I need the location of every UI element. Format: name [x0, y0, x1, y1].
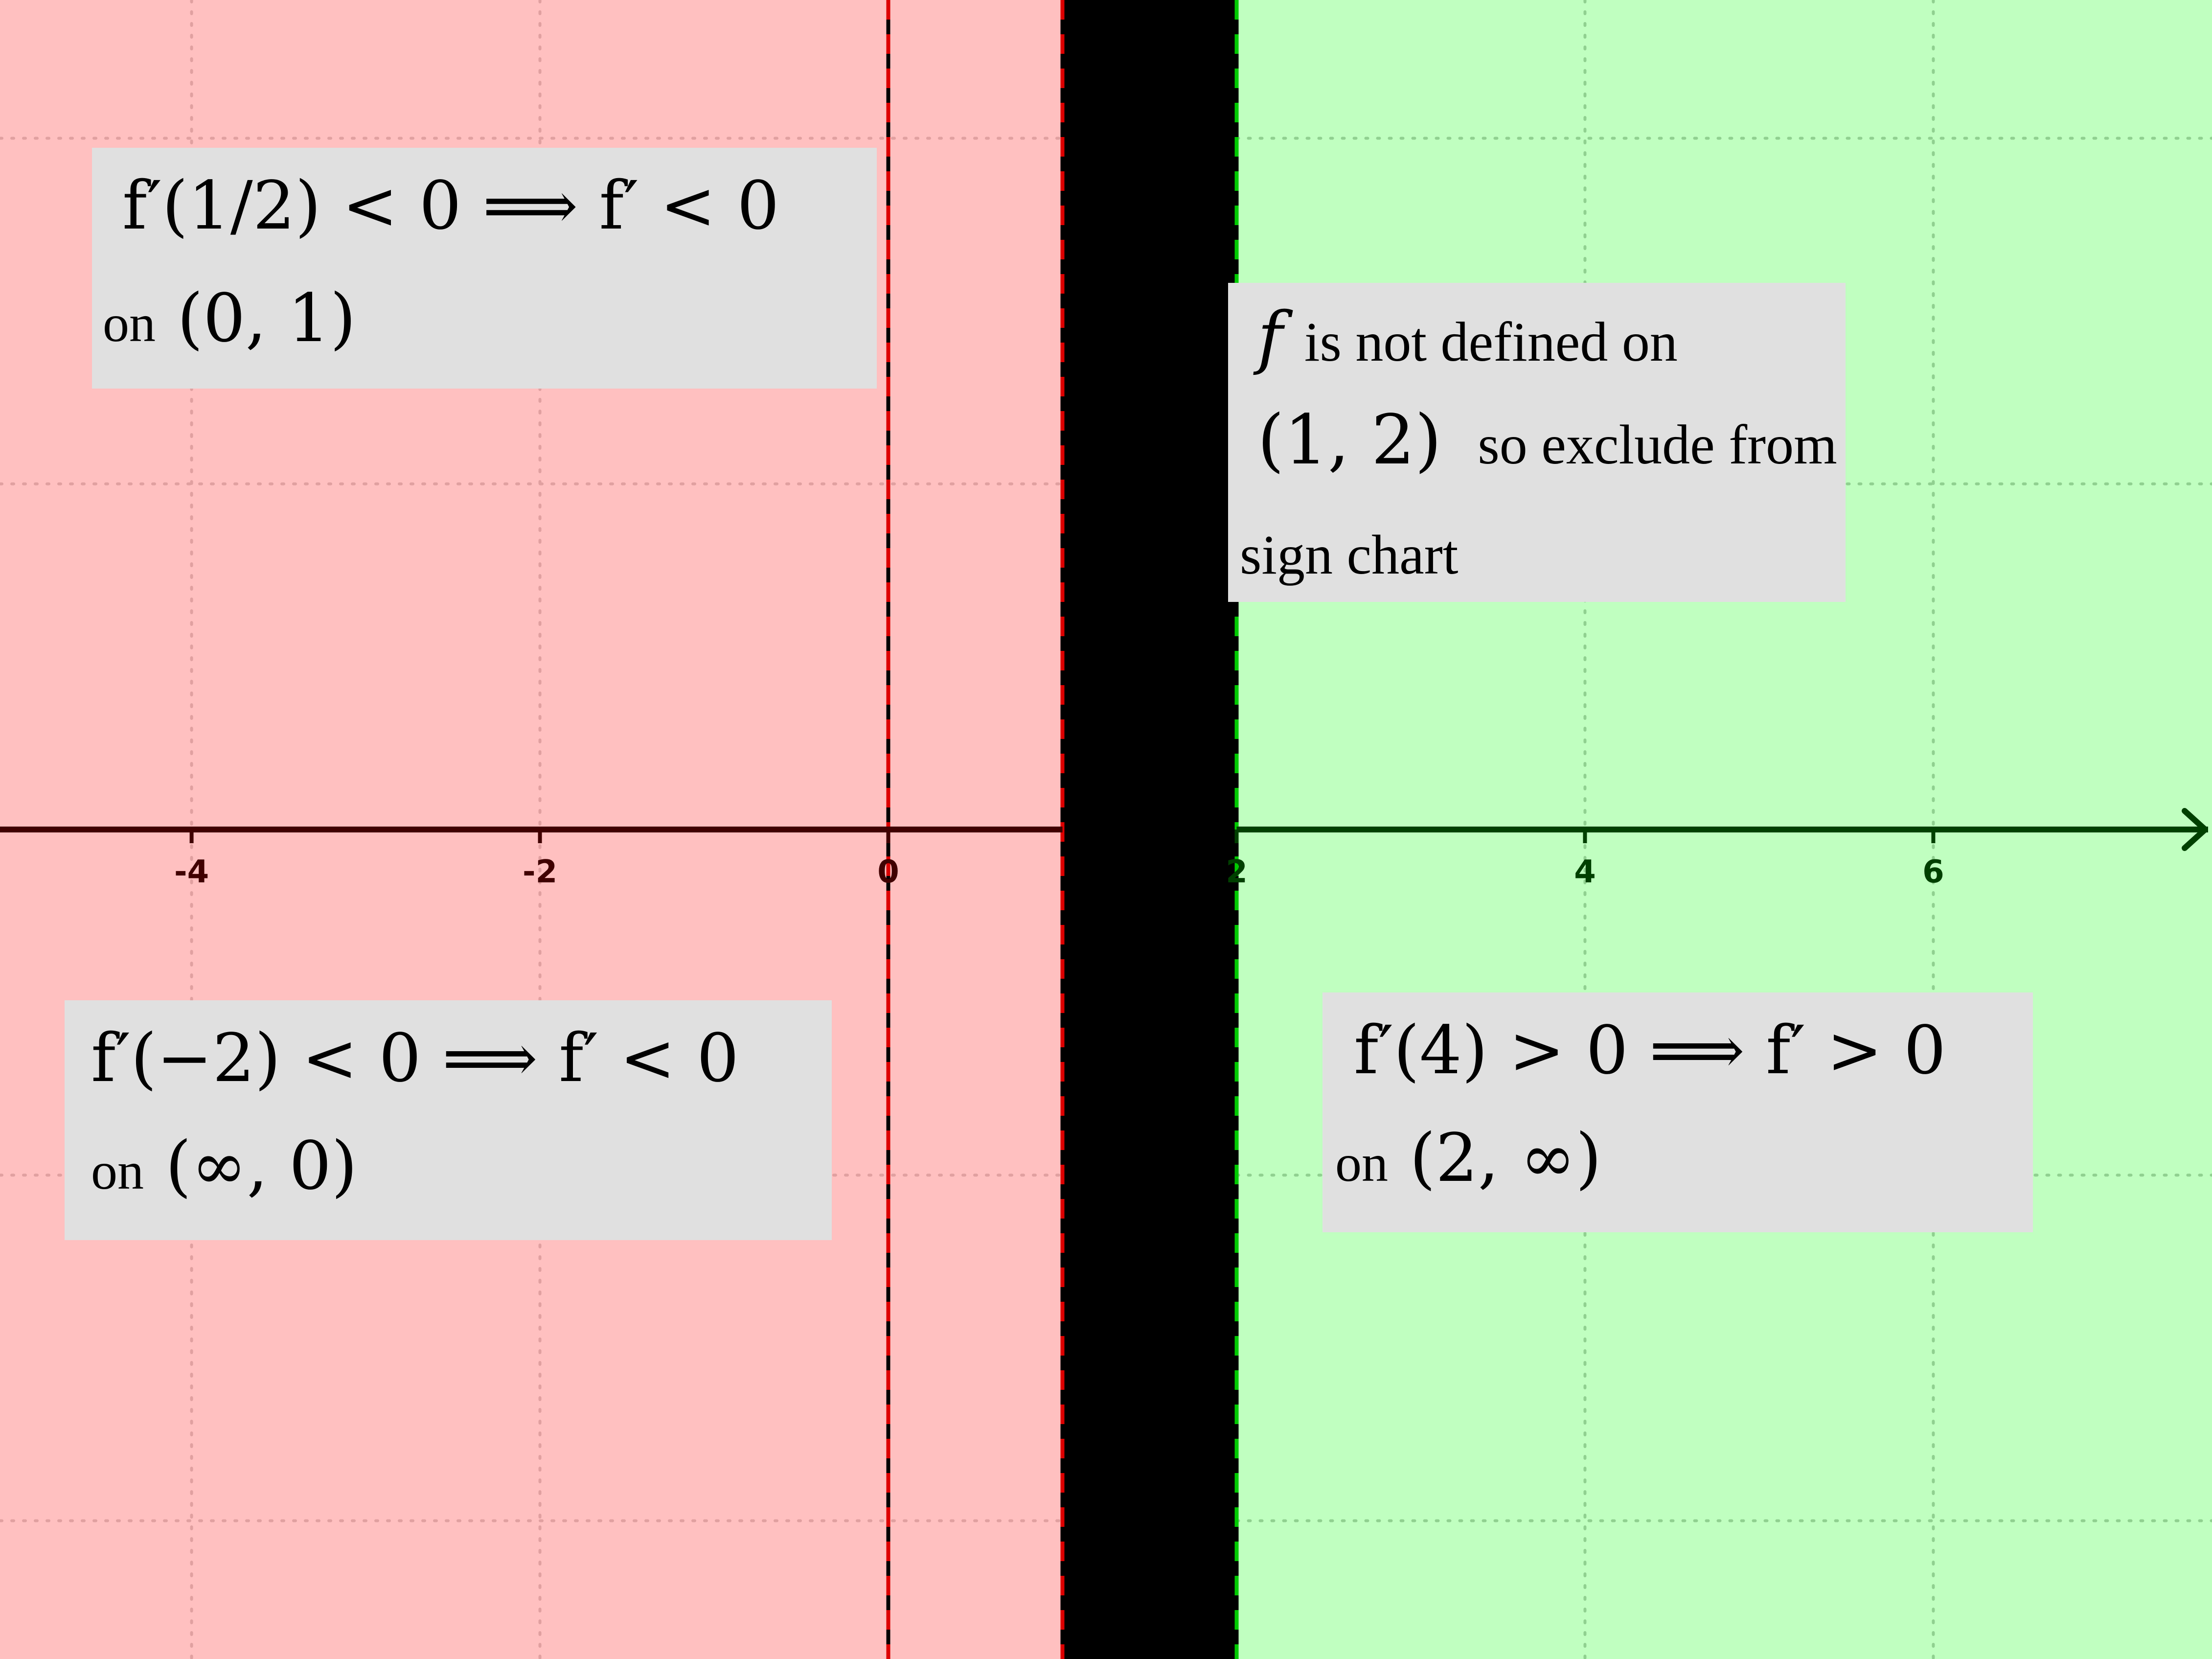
annotation-box-interval-pos: f′(4) > 0 ⟹ f′ > 0 on (2, ∞): [1323, 992, 2033, 1232]
annotation-text-exclude: so exclude from: [1478, 414, 1837, 476]
annotation-text-sign-chart: sign chart: [1240, 524, 1459, 586]
annotation-on-label: on: [1335, 1134, 1388, 1193]
annotation-on-label: on: [103, 295, 156, 353]
annotation-box-interval-neg: f′(−2) < 0 ⟹ f′ < 0 on (∞, 0): [65, 1000, 832, 1240]
x-tick-label: -4: [174, 854, 209, 890]
excluded-interval: (1, 2): [1257, 400, 1442, 480]
annotation-on-label: on: [91, 1142, 144, 1200]
x-tick-label: 4: [1574, 854, 1596, 890]
annotation-interval: (2, ∞): [1410, 1120, 1602, 1197]
sign-chart-stage: -4 -2 0 2 4 6 f′(1/2) < 0 ⟹ f′ < 0 on (0, 1) …: [0, 0, 2212, 1659]
region-excluded: [1062, 0, 1237, 1659]
x-tick-label: 2: [1226, 854, 1248, 890]
annotation-box-interval-0-1: f′(1/2) < 0 ⟹ f′ < 0 on (0, 1): [92, 148, 877, 389]
annotation-box-undefined-interval: f is not defined on (1, 2) so exclude fr…: [1228, 283, 1846, 602]
x-tick-label: 6: [1922, 854, 1944, 890]
annotation-text-not-defined: is not defined on: [1304, 311, 1678, 373]
annotation-inequality: f′(4) > 0 ⟹ f′ > 0: [1354, 1012, 1946, 1089]
annotation-inequality: f′(1/2) < 0 ⟹ f′ < 0: [122, 167, 779, 245]
annotation-interval: (∞, 0): [165, 1128, 358, 1205]
annotation-inequality: f′(−2) < 0 ⟹ f′ < 0: [91, 1020, 739, 1097]
function-symbol: f: [1257, 298, 1283, 377]
annotation-interval: (0, 1): [177, 280, 356, 357]
x-tick-label: -2: [523, 854, 557, 890]
x-tick-label: 0: [877, 854, 899, 890]
